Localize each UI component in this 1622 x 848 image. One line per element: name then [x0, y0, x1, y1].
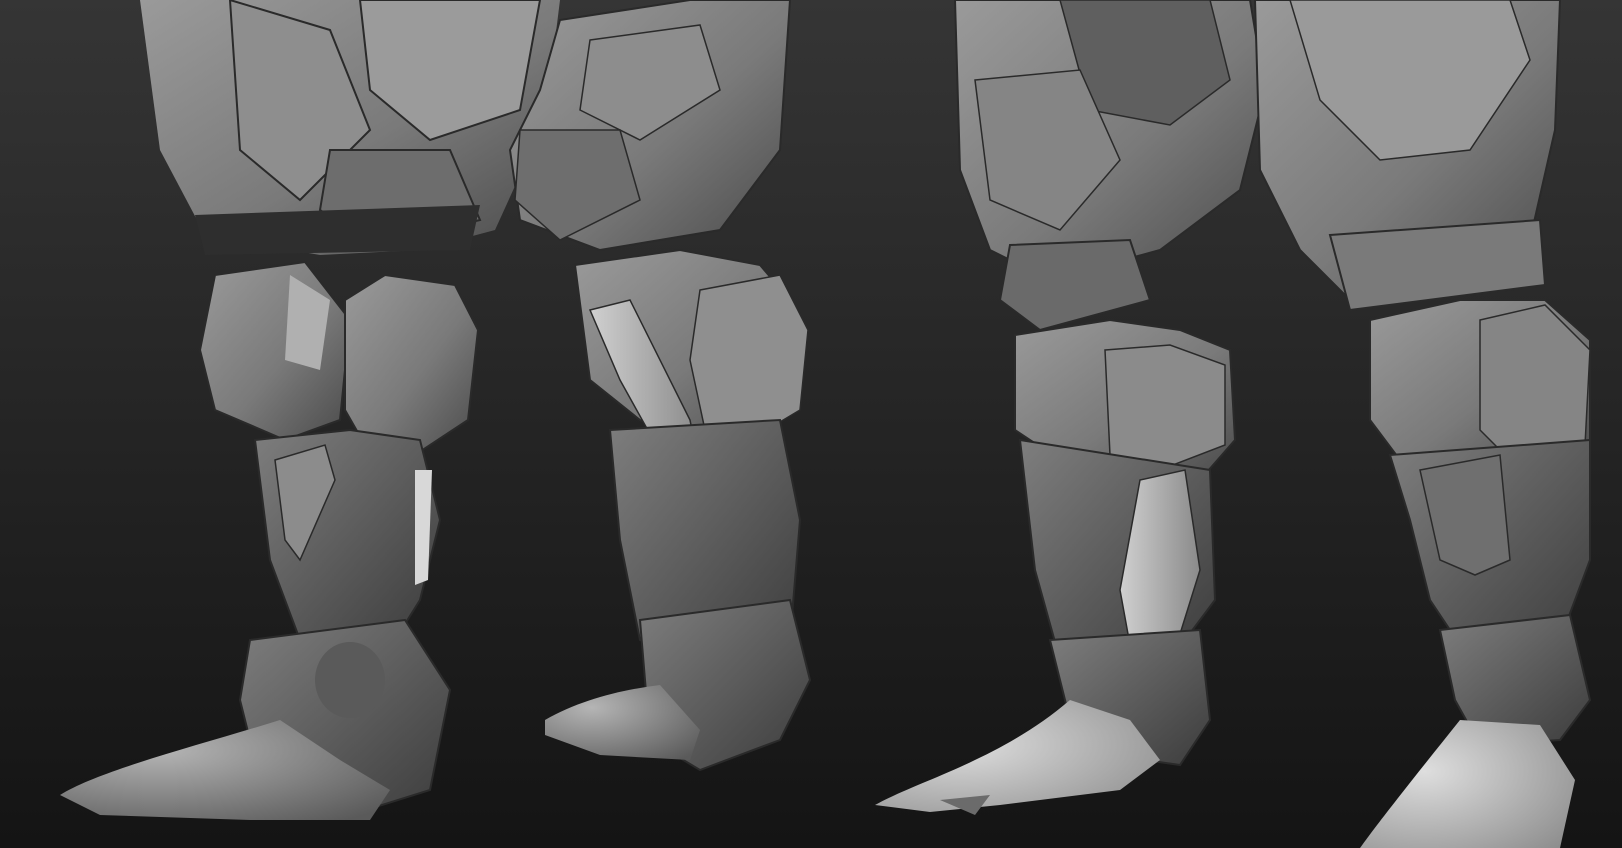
sculpt-viewport	[0, 0, 1622, 848]
sculpt-render-image	[0, 0, 1622, 848]
